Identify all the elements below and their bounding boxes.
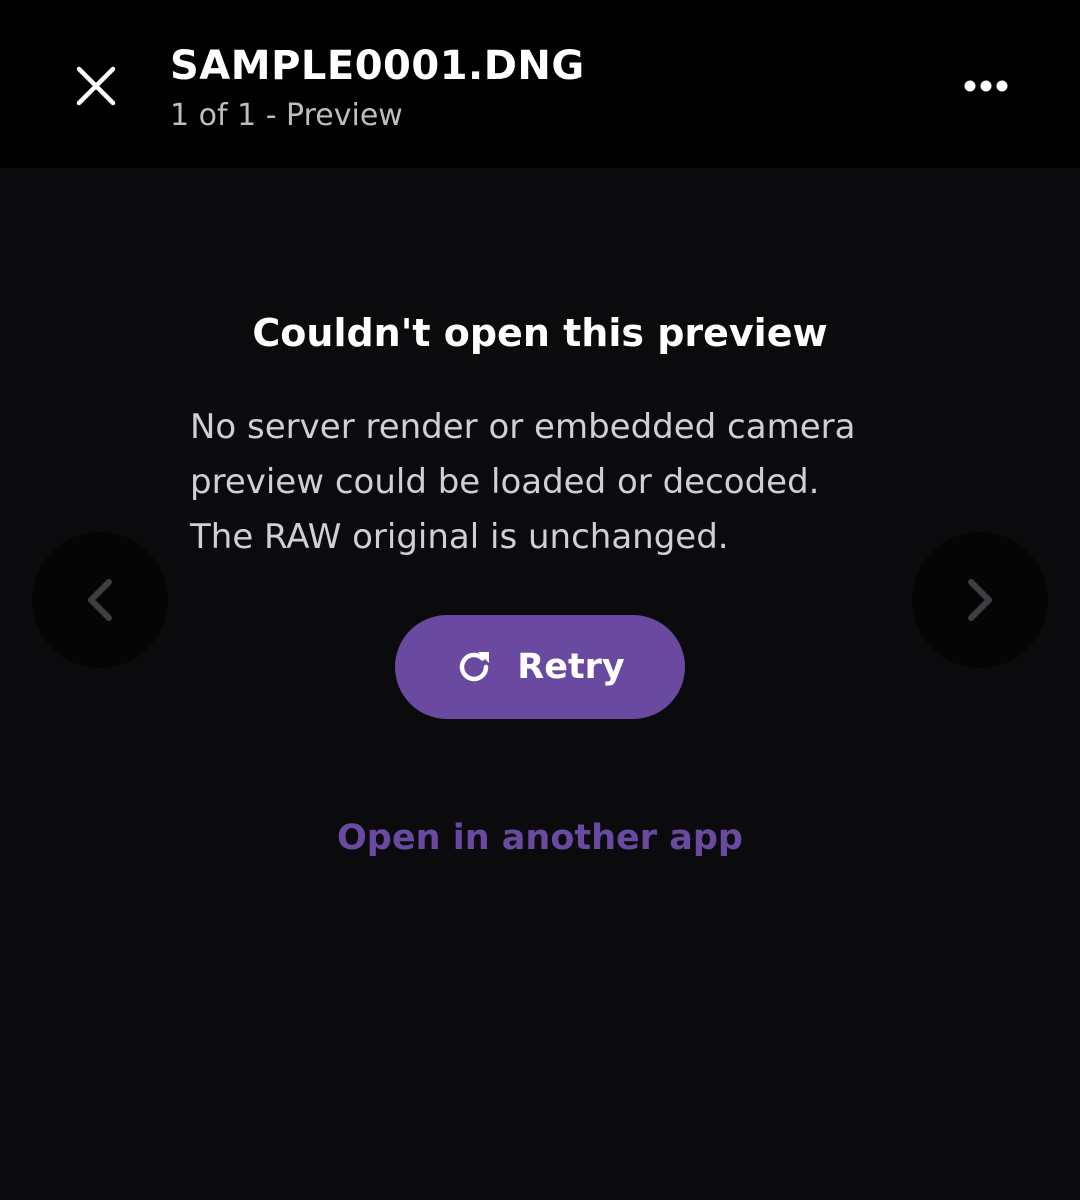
refresh-icon bbox=[460, 652, 490, 682]
error-message-line: preview could be loaded or decoded. bbox=[190, 462, 820, 502]
chevron-right-icon bbox=[968, 579, 992, 621]
next-button[interactable] bbox=[912, 532, 1048, 668]
previous-button[interactable] bbox=[32, 532, 168, 668]
title-block: SAMPLE0001.DNG 1 of 1 - Preview bbox=[170, 40, 585, 136]
close-icon bbox=[76, 66, 116, 106]
close-button[interactable] bbox=[60, 50, 132, 122]
retry-button[interactable]: Retry bbox=[395, 615, 685, 719]
error-message-line: No server render or embedded camera bbox=[190, 407, 856, 447]
error-message: No server render or embedded camera prev… bbox=[190, 400, 910, 565]
file-name: SAMPLE0001.DNG bbox=[170, 43, 585, 89]
chevron-left-icon bbox=[88, 579, 112, 621]
retry-label: Retry bbox=[517, 647, 625, 687]
top-app-bar: SAMPLE0001.DNG 1 of 1 - Preview bbox=[0, 0, 1080, 168]
error-title: Couldn't open this preview bbox=[252, 311, 828, 355]
error-message-line: The RAW original is unchanged. bbox=[190, 517, 729, 557]
open-in-another-app-link[interactable]: Open in another app bbox=[0, 810, 1080, 866]
file-position-subtitle: 1 of 1 - Preview bbox=[170, 98, 403, 133]
preview-screen: SAMPLE0001.DNG 1 of 1 - Preview Couldn't… bbox=[0, 0, 1080, 1200]
more-horizontal-icon bbox=[964, 80, 1008, 92]
more-options-button[interactable] bbox=[950, 50, 1022, 122]
